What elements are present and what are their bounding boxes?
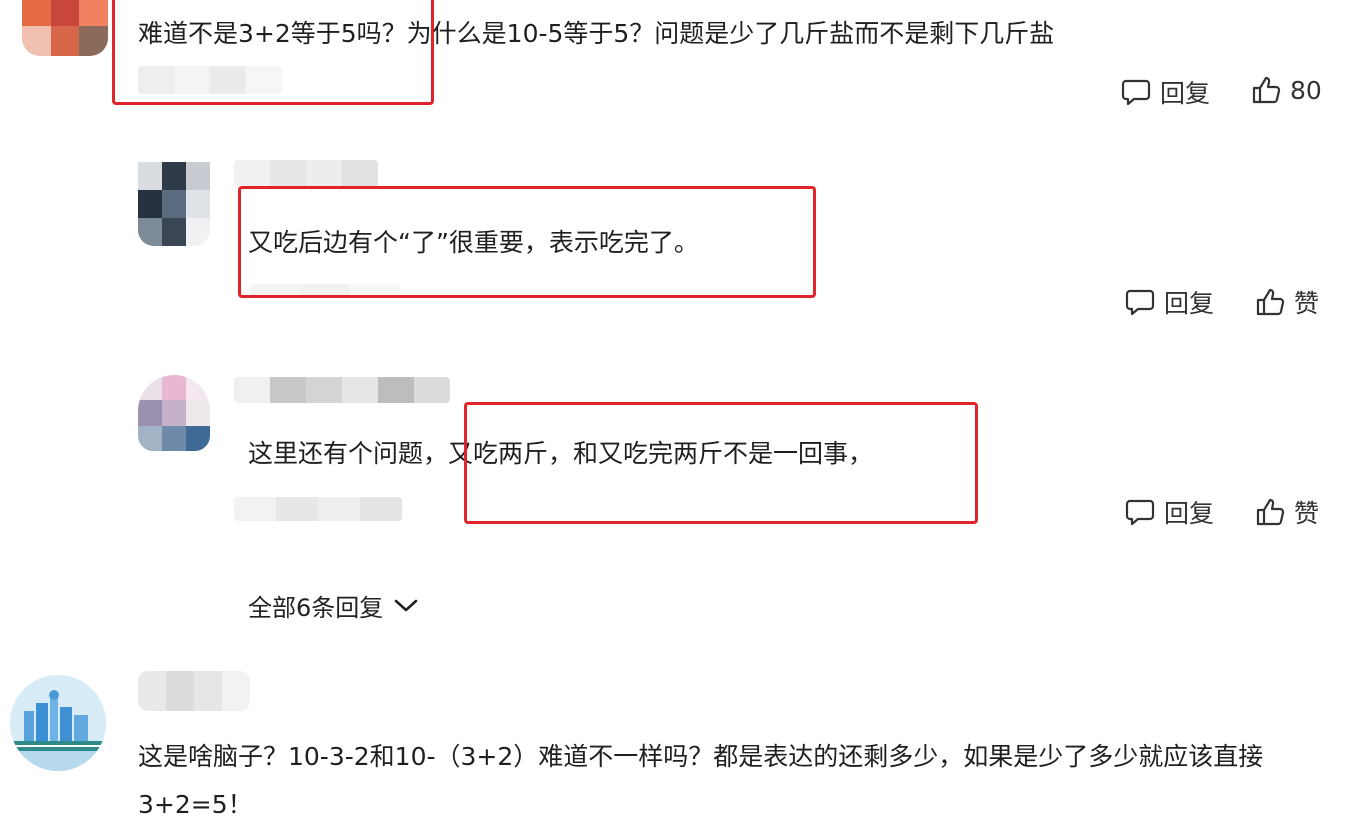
avatar[interactable] (22, 0, 108, 56)
reply-label: 回复 (1164, 499, 1215, 528)
reply-label: 回复 (1164, 289, 1215, 318)
comment-meta (234, 497, 402, 521)
comment-bubble-icon (1124, 496, 1156, 528)
avatar[interactable] (138, 162, 210, 246)
comment-text: 这是啥脑子？10-3-2和10-（3+2）难道不一样吗？都是表达的还剩多少，如果… (138, 742, 1264, 819)
avatar[interactable] (10, 675, 106, 771)
thumbs-up-icon (1254, 286, 1286, 318)
show-all-replies-label: 全部6条回复 (248, 594, 384, 622)
chevron-down-icon (393, 592, 419, 620)
thumbs-up-icon (1250, 74, 1282, 106)
like-label: 赞 (1294, 289, 1320, 318)
highlight-box (464, 402, 978, 524)
city-skyline-avatar (10, 675, 106, 771)
like-count: 80 (1290, 75, 1322, 105)
reply-button[interactable]: 回复 (1124, 494, 1214, 530)
reply-label: 回复 (1160, 79, 1211, 108)
like-label: 赞 (1294, 499, 1320, 528)
highlight-box (238, 186, 816, 298)
comment-bubble-icon (1124, 286, 1156, 318)
like-button[interactable]: 赞 (1254, 494, 1319, 530)
show-all-replies-button[interactable]: 全部6条回复 (248, 588, 419, 623)
avatar[interactable] (138, 375, 210, 451)
reply-button[interactable]: 回复 (1124, 284, 1214, 320)
username[interactable] (138, 671, 250, 711)
comment-bubble-icon (1120, 76, 1152, 108)
thumbs-up-icon (1254, 496, 1286, 528)
like-button[interactable]: 80 (1250, 74, 1322, 106)
username[interactable] (234, 377, 450, 403)
like-button[interactable]: 赞 (1254, 284, 1319, 320)
reply-button[interactable]: 回复 (1120, 74, 1210, 110)
username[interactable] (234, 160, 378, 188)
highlight-box (112, 0, 434, 105)
